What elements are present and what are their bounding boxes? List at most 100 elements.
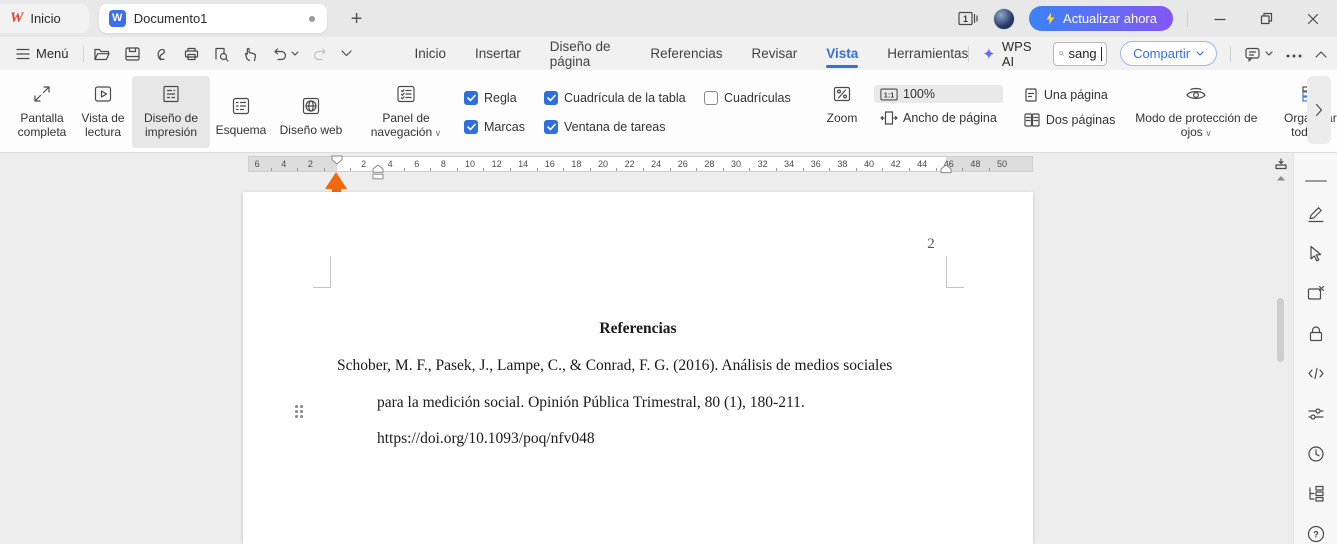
checkbox-marcas[interactable]: Marcas: [464, 120, 544, 134]
sidebar-lock-button[interactable]: [1306, 324, 1326, 344]
share-button[interactable]: Compartir: [1120, 41, 1218, 66]
tab-insertar[interactable]: Insertar: [475, 37, 521, 70]
checkbox-cuadriculas[interactable]: Cuadrículas: [704, 91, 804, 105]
sidebar-select-button[interactable]: [1306, 244, 1326, 264]
wps-writer-window: W Inicio W Documento1 + 1 Actualizar aho…: [0, 0, 1337, 544]
references-heading: Referencias: [599, 320, 677, 337]
page-width-button[interactable]: Ancho de página: [874, 108, 1003, 128]
redo-button[interactable]: [312, 47, 328, 61]
save-button[interactable]: [124, 46, 141, 62]
open-button[interactable]: [93, 46, 111, 62]
checkbox-on-icon: [544, 120, 558, 134]
sidebar-handle[interactable]: [1304, 177, 1328, 184]
save-icon: [125, 46, 141, 61]
checkbox-cuadricula-tabla-label: Cuadrícula de la tabla: [564, 91, 686, 105]
redo-icon: [314, 47, 327, 60]
close-button[interactable]: [1303, 9, 1323, 29]
signature-button[interactable]: [154, 46, 170, 62]
hide-ruler-button[interactable]: [1270, 158, 1292, 170]
reading-view-icon: [94, 86, 112, 102]
checkbox-on-icon: [544, 91, 558, 105]
close-icon: [1307, 13, 1319, 24]
two-pages-button[interactable]: Dos páginas: [1017, 110, 1122, 130]
wps-logo-icon: W: [10, 10, 23, 26]
search-input[interactable]: sang: [1053, 41, 1108, 66]
one-page-icon: [1025, 88, 1037, 102]
window-controls: [1202, 8, 1327, 29]
user-avatar[interactable]: [993, 7, 1016, 30]
home-tab[interactable]: W Inicio: [0, 4, 89, 33]
tab-herramientas[interactable]: Herramientas: [887, 37, 968, 70]
first-line-indent-marker[interactable]: [331, 155, 343, 165]
page-number: 2: [927, 236, 935, 252]
tab-diseno-de-pagina[interactable]: Diseño de página: [550, 37, 622, 70]
minimize-button[interactable]: [1210, 9, 1230, 29]
drag-line-icon: [1304, 179, 1327, 182]
web-layout-button[interactable]: Diseño web: [272, 76, 350, 148]
sidebar-settings-button[interactable]: [1306, 404, 1326, 424]
sidebar-edit-button[interactable]: [1306, 204, 1326, 224]
checkbox-off-icon: [704, 91, 718, 105]
view-checkboxes: Regla Cuadrícula de la tabla Cuadrículas: [464, 76, 804, 148]
fullscreen-button[interactable]: Pantalla completa: [10, 76, 74, 148]
update-now-button[interactable]: Actualizar ahora: [1029, 6, 1173, 31]
tab-inicio[interactable]: Inicio: [414, 37, 446, 70]
navigation-pane-button[interactable]: Panel de navegación ∨: [362, 76, 450, 148]
new-tab-button[interactable]: +: [345, 9, 369, 29]
web-layout-icon: [302, 97, 320, 114]
right-indent-marker[interactable]: [940, 164, 952, 174]
menu-button[interactable]: Menú: [10, 46, 75, 61]
zoom-button[interactable]: Zoom: [816, 76, 868, 148]
qat-more-button[interactable]: [341, 50, 353, 57]
tab-revisar[interactable]: Revisar: [751, 37, 797, 70]
checkbox-ventana-tareas[interactable]: Ventana de tareas: [544, 120, 704, 134]
paragraph-drag-handle[interactable]: [295, 405, 304, 419]
reading-view-button[interactable]: Vista de lectura: [74, 76, 132, 148]
navigation-pane-icon: [397, 85, 415, 103]
collapse-ribbon-button[interactable]: [1315, 45, 1327, 63]
scrollbar-thumb[interactable]: [1277, 298, 1284, 362]
sidebar-history-button[interactable]: [1306, 444, 1326, 464]
margin-cropmark: [330, 256, 331, 288]
chevron-down-icon: ∨: [1202, 128, 1212, 138]
pen-icon: [1307, 207, 1324, 223]
ruler[interactable]: 6 4 2 2 4 6 8 10 12 14 16 18 20 22 24 26 28 30 32 34 36 38 40 4…: [248, 155, 1033, 180]
print-layout-label: Diseño de impresión: [143, 111, 199, 139]
zoom-100-button[interactable]: 1:1 100%: [874, 85, 1003, 103]
sidebar-code-button[interactable]: [1306, 364, 1326, 384]
window-count-icon[interactable]: 1: [958, 11, 979, 26]
checkbox-on-icon: [464, 91, 478, 105]
sidebar-help-button[interactable]: ?: [1306, 524, 1326, 544]
sidebar-structure-button[interactable]: [1306, 484, 1326, 504]
print-preview-button[interactable]: [213, 46, 230, 62]
hand-tool-button[interactable]: [243, 46, 259, 62]
hanging-indent-marker[interactable]: [372, 164, 384, 180]
outline-icon: [232, 97, 250, 114]
print-button[interactable]: [183, 46, 200, 62]
more-options-button[interactable]: [1286, 45, 1302, 63]
undo-button[interactable]: [272, 47, 300, 61]
sidebar-close-window-button[interactable]: [1306, 284, 1326, 304]
eye-icon: [1186, 87, 1206, 99]
outline-view-button[interactable]: Esquema: [210, 76, 272, 148]
document-page[interactable]: 2 Referencias Schober, M. F., Pasek, J.,…: [243, 192, 1033, 544]
eye-protection-button[interactable]: Modo de protección de ojos ∨: [1133, 76, 1259, 148]
one-page-label: Una página: [1043, 88, 1108, 102]
scroll-up-button[interactable]: [1270, 175, 1292, 181]
restore-button[interactable]: [1256, 8, 1277, 29]
checkbox-regla[interactable]: Regla: [464, 91, 544, 105]
wps-ai-button[interactable]: WPS AI: [982, 39, 1040, 69]
document-tab[interactable]: W Documento1: [98, 4, 327, 33]
update-now-label: Actualizar ahora: [1063, 11, 1157, 26]
tab-vista[interactable]: Vista: [826, 37, 859, 70]
comments-button[interactable]: [1244, 46, 1273, 62]
checkbox-cuadricula-tabla[interactable]: Cuadrícula de la tabla: [544, 91, 704, 105]
one-page-button[interactable]: Una página: [1017, 85, 1122, 105]
reference-line-1: Schober, M. F., Pasek, J., Lampe, C., & …: [337, 357, 893, 374]
unsaved-dot-icon: [308, 15, 315, 22]
clock-icon: [1307, 446, 1324, 462]
tab-referencias[interactable]: Referencias: [650, 37, 722, 70]
print-layout-button[interactable]: Diseño de impresión: [132, 76, 210, 148]
wps-ai-label: WPS AI: [1001, 38, 1032, 69]
ribbon-scroll-right-button[interactable]: [1307, 76, 1331, 144]
